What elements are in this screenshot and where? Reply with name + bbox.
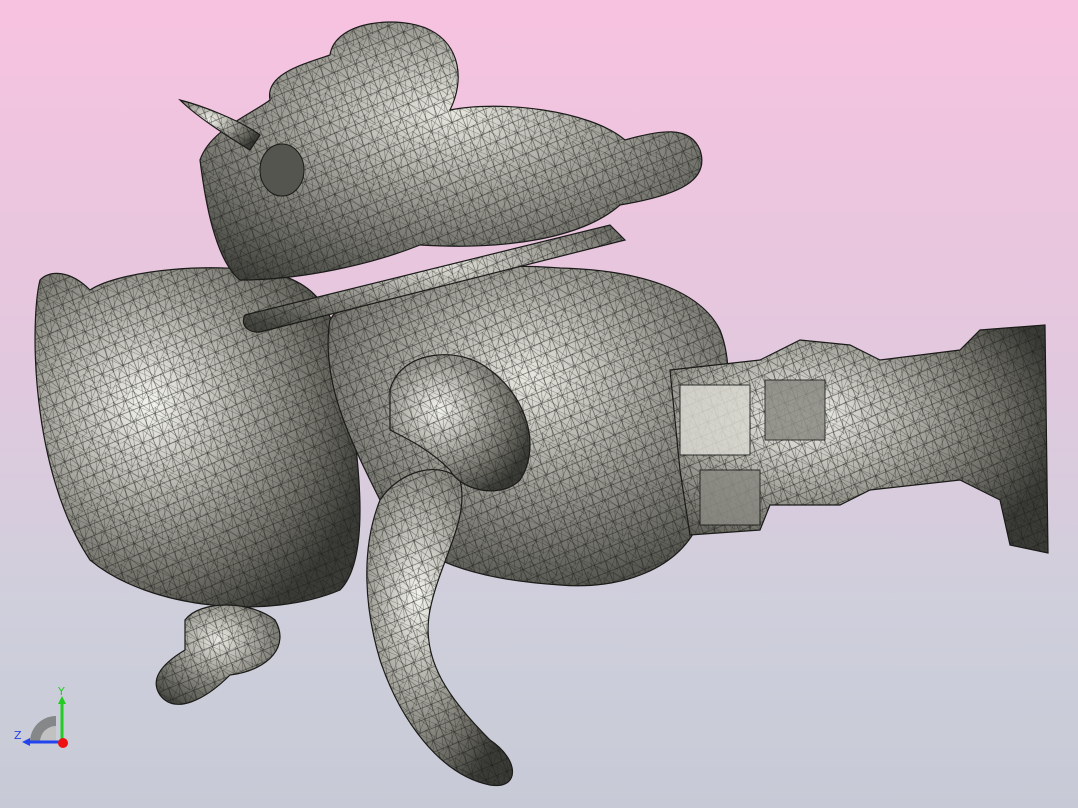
nozzle-panel [679,384,751,456]
z-axis-label: Z [14,729,22,742]
3d-viewport[interactable]: Y Z [0,0,1078,808]
model-body [34,21,1049,787]
eye-socket [259,143,305,197]
mesh-edges-secondary-lower-foot [156,605,280,705]
axis-triad: Y Z [10,684,82,756]
x-axis-dot [58,738,68,748]
triad-graphic [22,696,68,748]
nozzle-panel [699,469,761,526]
mesh-model [34,21,1049,787]
nozzle-panel [764,379,826,441]
y-axis-label: Y [58,685,65,698]
